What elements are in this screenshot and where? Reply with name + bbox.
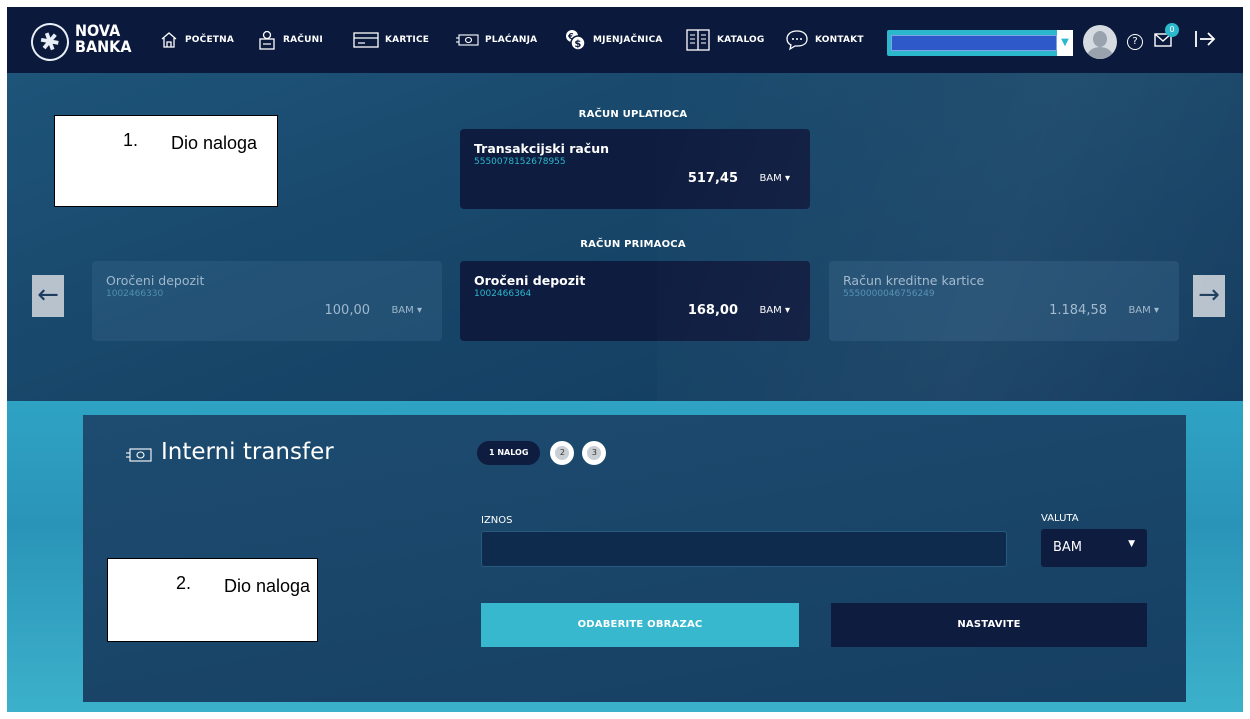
notification-badge: 0 bbox=[1165, 23, 1179, 37]
banking-app: ✱ NOVA BANKA POČETNA RAČUNI KARTICE PLAĆ… bbox=[7, 7, 1243, 712]
nav-item-contact[interactable]: KONTAKT bbox=[785, 7, 864, 73]
payer-account-card[interactable]: Transakcijski račun 5550078152678955 517… bbox=[460, 129, 810, 209]
next-account-button[interactable]: → bbox=[1193, 275, 1225, 317]
currency-value: BAM bbox=[1053, 540, 1083, 555]
annotation-box-1: 1. Dio naloga bbox=[54, 115, 278, 207]
currency-code: BAM bbox=[391, 305, 414, 316]
account-currency[interactable]: BAM ▾ bbox=[1128, 305, 1159, 316]
payments-icon bbox=[456, 34, 479, 46]
nav-item-payments[interactable]: PLAĆANJA bbox=[455, 7, 537, 73]
logo-mark-icon: ✱ bbox=[25, 17, 75, 67]
avatar-body bbox=[1087, 47, 1113, 59]
payments-icon bbox=[126, 448, 152, 462]
choose-template-button[interactable]: ODABERITE OBRAZAC bbox=[481, 603, 799, 647]
nav-item-home[interactable]: POČETNA bbox=[159, 7, 234, 73]
account-title: Oročeni depozit bbox=[474, 273, 586, 288]
step-3[interactable]: 3 bbox=[582, 441, 607, 465]
nav-item-label: RAČUNI bbox=[283, 35, 323, 45]
exchange-icon: $€ bbox=[566, 30, 586, 51]
arrow-right-icon: → bbox=[1198, 280, 1220, 310]
nav-item-catalog[interactable]: KATALOG bbox=[685, 7, 765, 73]
account-currency[interactable]: BAM ▾ bbox=[759, 173, 790, 184]
caret-down-icon: ▾ bbox=[784, 173, 790, 184]
currency-code: BAM bbox=[759, 305, 782, 316]
account-number: 5550000046756249 bbox=[843, 289, 935, 299]
top-navigation: ✱ NOVA BANKA POČETNA RAČUNI KARTICE PLAĆ… bbox=[7, 7, 1243, 73]
currency-label: VALUTA bbox=[1041, 513, 1079, 524]
recipient-account-card-selected[interactable]: Oročeni depozit 1002466364 168,00 BAM ▾ bbox=[460, 261, 810, 341]
step-number: 2 bbox=[555, 446, 570, 460]
logo-line-2: BANKA bbox=[75, 37, 132, 56]
annotation-number: 1. bbox=[123, 130, 139, 150]
account-balance: 168,00 bbox=[687, 303, 738, 318]
caret-down-icon: ▾ bbox=[1153, 305, 1159, 316]
logout-icon[interactable] bbox=[1193, 29, 1219, 49]
currency-code: BAM bbox=[759, 173, 782, 184]
chevron-down-icon: ▼ bbox=[1057, 30, 1073, 56]
nav-item-label: PLAĆANJA bbox=[485, 35, 538, 45]
account-title: Račun kreditne kartice bbox=[843, 273, 985, 288]
avatar[interactable] bbox=[1083, 25, 1117, 59]
annotation-box-2: 2. Dio naloga bbox=[107, 558, 318, 642]
nav-item-label: KATALOG bbox=[717, 35, 765, 45]
accounts-icon bbox=[259, 30, 275, 50]
payer-heading: RAČUN UPLATIOCA bbox=[578, 109, 688, 120]
account-selector-value bbox=[891, 35, 1057, 51]
caret-down-icon: ▾ bbox=[784, 305, 790, 316]
annotation-text: Dio naloga bbox=[171, 133, 258, 153]
logo-text: NOVA BANKA bbox=[75, 23, 131, 55]
currency-code: BAM bbox=[1128, 305, 1151, 316]
avatar-head bbox=[1093, 31, 1107, 47]
catalog-icon bbox=[686, 29, 710, 51]
chat-icon bbox=[786, 30, 808, 51]
card-icon bbox=[353, 32, 379, 48]
recipient-heading: RAČUN PRIMAOCA bbox=[580, 239, 686, 250]
step-number: 3 bbox=[587, 446, 602, 460]
account-balance: 517,45 bbox=[687, 171, 738, 186]
amount-label: IZNOS bbox=[481, 515, 513, 526]
nav-item-label: KARTICE bbox=[385, 35, 430, 45]
nav-item-label: KONTAKT bbox=[815, 35, 864, 45]
account-balance: 100,00 bbox=[324, 303, 371, 318]
account-title: Oročeni depozit bbox=[106, 273, 205, 288]
account-title: Transakcijski račun bbox=[474, 141, 610, 156]
step-2[interactable]: 2 bbox=[550, 441, 575, 465]
nav-item-accounts[interactable]: RAČUNI bbox=[257, 7, 323, 73]
account-number: 1002466364 bbox=[474, 289, 532, 299]
account-currency[interactable]: BAM ▾ bbox=[391, 305, 422, 316]
help-icon[interactable]: ? bbox=[1127, 34, 1143, 50]
currency-select[interactable]: BAM ▼ bbox=[1041, 529, 1147, 567]
page-title: Interni transfer bbox=[161, 439, 334, 465]
nav-item-label: MJENJAČNICA bbox=[593, 35, 663, 45]
account-selector[interactable]: ▼ bbox=[887, 30, 1073, 56]
amount-input[interactable] bbox=[481, 531, 1007, 567]
annotation-text: Dio naloga bbox=[224, 576, 311, 596]
prev-account-button[interactable]: ← bbox=[32, 275, 64, 317]
chevron-down-icon: ▼ bbox=[1128, 539, 1135, 549]
continue-button[interactable]: NASTAVITE bbox=[831, 603, 1147, 647]
home-icon bbox=[161, 32, 177, 48]
nav-item-exchange[interactable]: $ € MJENJAČNICA bbox=[563, 7, 663, 73]
svg-text:$: $ bbox=[574, 39, 581, 50]
nav-item-label: POČETNA bbox=[185, 35, 235, 45]
account-number: 5550078152678955 bbox=[474, 157, 566, 167]
account-currency[interactable]: BAM ▾ bbox=[759, 305, 790, 316]
svg-text:€: € bbox=[567, 32, 574, 41]
arrow-left-icon: ← bbox=[37, 280, 59, 310]
nav-item-cards[interactable]: KARTICE bbox=[353, 7, 429, 73]
account-number: 1002466330 bbox=[106, 289, 164, 299]
caret-down-icon: ▾ bbox=[416, 305, 422, 316]
step-indicator: 1 NALOG 2 3 bbox=[477, 441, 614, 465]
recipient-account-card[interactable]: Oročeni depozit 1002466330 100,00 BAM ▾ bbox=[92, 261, 442, 341]
account-balance: 1.184,58 bbox=[1049, 303, 1107, 318]
step-1-active: 1 NALOG bbox=[477, 441, 541, 465]
recipient-account-card[interactable]: Račun kreditne kartice 5550000046756249 … bbox=[829, 261, 1179, 341]
brand-logo[interactable]: ✱ NOVA BANKA bbox=[25, 17, 143, 67]
annotation-number: 2. bbox=[176, 573, 192, 593]
transfer-area: Interni transfer 1 NALOG 2 3 IZNOS VALUT… bbox=[7, 401, 1243, 712]
